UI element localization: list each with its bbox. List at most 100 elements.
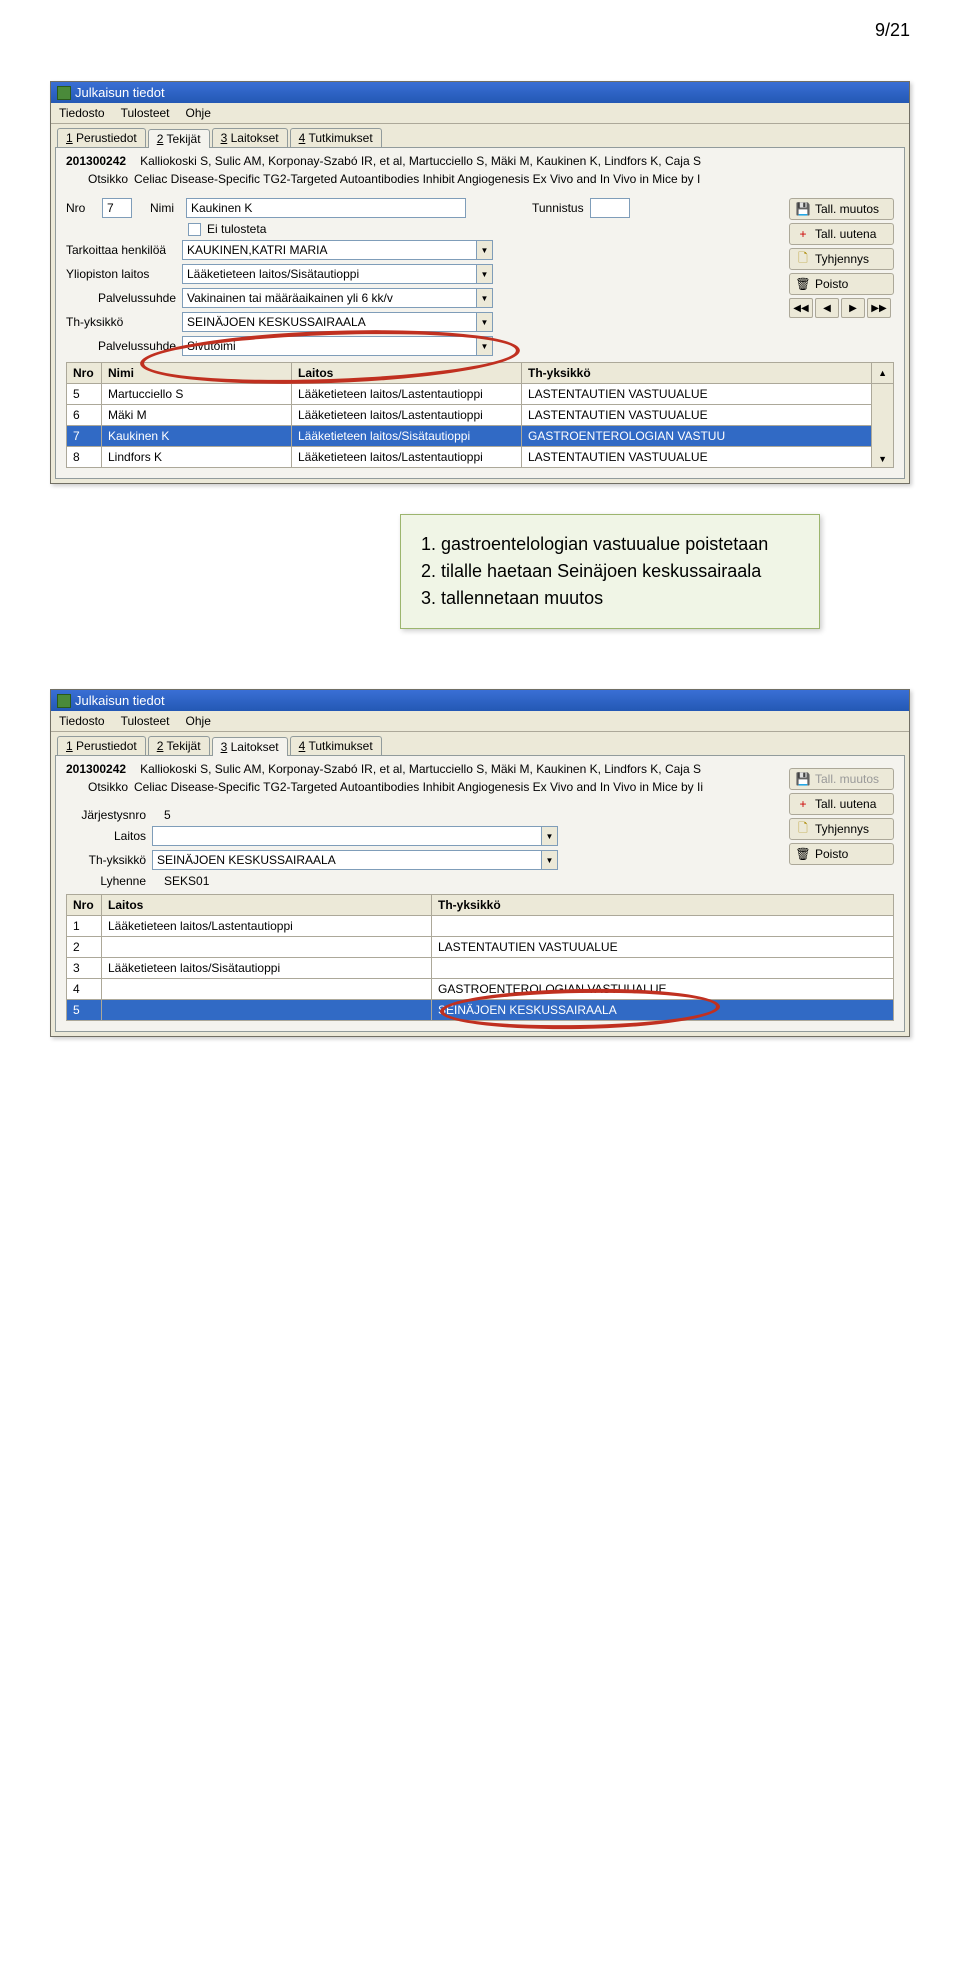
tab-perustiedot[interactable]: 1 Perustiedot [57, 128, 146, 147]
th-yksikko-field[interactable]: SEINÄJOEN KESKUSSAIRAALA [182, 312, 477, 332]
nimi-label: Nimi [150, 201, 180, 215]
menubar: Tiedosto Tulosteet Ohje [51, 711, 909, 732]
otsikko-text: Celiac Disease-Specific TG2-Targeted Aut… [134, 172, 894, 186]
tabs: 1 Perustiedot 2 Tekijät 3 Laitokset 4 Tu… [51, 732, 909, 755]
palvelussuhde2-field[interactable]: Sivutoimi [182, 336, 477, 356]
menu-tiedosto[interactable]: Tiedosto [59, 106, 105, 120]
palvelussuhde-field[interactable]: Vakinainen tai määräaikainen yli 6 kk/v [182, 288, 477, 308]
table-row[interactable]: 1Lääketieteen laitos/Lastentautioppi [67, 916, 894, 937]
dropdown-icon[interactable]: ▼ [477, 240, 493, 260]
table-row[interactable]: 8Lindfors KLääketieteen laitos/Lastentau… [67, 447, 894, 468]
tab-tekijat[interactable]: 2 Tekijät [148, 129, 210, 148]
otsikko-text: Celiac Disease-Specific TG2-Targeted Aut… [134, 780, 894, 794]
col-th: Th-yksikkö [522, 363, 872, 384]
tarkoittaa-field[interactable]: KAUKINEN,KATRI MARIA [182, 240, 477, 260]
titlebar: Julkaisun tiedot [51, 690, 909, 711]
scroll-up-icon[interactable]: ▲ [872, 363, 894, 384]
window-1: Julkaisun tiedot Tiedosto Tulosteet Ohje… [50, 81, 910, 484]
menu-ohje[interactable]: Ohje [186, 714, 211, 728]
tab-tutkimukset[interactable]: 4 Tutkimukset [290, 128, 382, 147]
window-title: Julkaisun tiedot [75, 693, 165, 708]
dropdown-icon[interactable]: ▼ [542, 826, 558, 846]
tabs: 1 Perustiedot 2 Tekijät 3 Laitokset 4 Tu… [51, 124, 909, 147]
nav-next-button[interactable]: ▶ [841, 298, 865, 318]
col-laitos: Laitos [102, 895, 432, 916]
tab-tutkimukset[interactable]: 4 Tutkimukset [290, 736, 382, 755]
tunnistus-label: Tunnistus [532, 201, 584, 215]
authors-line: Kalliokoski S, Sulic AM, Korponay-Szabó … [140, 154, 894, 168]
dropdown-icon[interactable]: ▼ [477, 312, 493, 332]
nro-field[interactable]: 7 [102, 198, 132, 218]
app-icon [57, 694, 71, 708]
nav-last-button[interactable]: ▶▶ [867, 298, 891, 318]
col-th: Th-yksikkö [432, 895, 894, 916]
dropdown-icon[interactable]: ▼ [477, 288, 493, 308]
tab-laitokset[interactable]: 3 Laitokset [212, 128, 288, 147]
tyhjennys-button[interactable]: 🗋Tyhjennys [789, 248, 894, 270]
table-row[interactable]: 4GASTROENTEROLOGIAN VASTUUALUE [67, 979, 894, 1000]
delete-icon: 🗑 [796, 847, 810, 861]
th-yksikko-label: Th-yksikkö [66, 853, 146, 867]
scrollbar[interactable]: ▼ [872, 384, 894, 468]
nav-first-button[interactable]: ◀◀ [789, 298, 813, 318]
dropdown-icon[interactable]: ▼ [477, 264, 493, 284]
panel-tekijat: 201300242 Kalliokoski S, Sulic AM, Korpo… [55, 147, 905, 479]
dropdown-icon[interactable]: ▼ [477, 336, 493, 356]
tall-uutena-button[interactable]: +Tall. uutena [789, 793, 894, 815]
pub-id: 201300242 [66, 154, 126, 168]
poisto-button[interactable]: 🗑Poisto [789, 843, 894, 865]
save-icon: 💾 [796, 202, 810, 216]
tall-muutos-button[interactable]: 💾Tall. muutos [789, 198, 894, 220]
col-nro: Nro [67, 363, 102, 384]
delete-icon: 🗑 [796, 277, 810, 291]
annotation-line-3: 3. tallennetaan muutos [421, 585, 799, 612]
tall-uutena-button[interactable]: +Tall. uutena [789, 223, 894, 245]
th-yksikko-label: Th-yksikkö [66, 315, 176, 329]
otsikko-label: Otsikko [66, 780, 128, 794]
nimi-field[interactable]: Kaukinen K [186, 198, 466, 218]
tab-perustiedot[interactable]: 1 Perustiedot [57, 736, 146, 755]
tall-muutos-button: 💾Tall. muutos [789, 768, 894, 790]
dropdown-icon[interactable]: ▼ [542, 850, 558, 870]
table-row[interactable]: 6Mäki MLääketieteen laitos/Lastentautiop… [67, 405, 894, 426]
table-row[interactable]: 3Lääketieteen laitos/Sisätautioppi [67, 958, 894, 979]
tunnistus-field[interactable] [590, 198, 630, 218]
authors-table: Nro Nimi Laitos Th-yksikkö ▲ 5Martucciel… [66, 362, 894, 468]
menu-tulosteet[interactable]: Tulosteet [121, 106, 170, 120]
pub-id: 201300242 [66, 762, 126, 776]
table-row[interactable]: 2LASTENTAUTIEN VASTUUALUE [67, 937, 894, 958]
nav-prev-button[interactable]: ◀ [815, 298, 839, 318]
jarjestysnro-label: Järjestysnro [66, 808, 146, 822]
palvelussuhde-label: Palvelussuhde [66, 291, 176, 305]
tyhjennys-button[interactable]: 🗋Tyhjennys [789, 818, 894, 840]
lyhenne-value: SEKS01 [164, 874, 209, 888]
yliopiston-laitos-label: Yliopiston laitos [66, 267, 176, 281]
table-row[interactable]: 5Martucciello SLääketieteen laitos/Laste… [67, 384, 894, 405]
authors-line: Kalliokoski S, Sulic AM, Korponay-Szabó … [140, 762, 894, 776]
laitos-field[interactable] [152, 826, 542, 846]
menu-tulosteet[interactable]: Tulosteet [121, 714, 170, 728]
table-row-selected[interactable]: 7Kaukinen KLääketieteen laitos/Sisätauti… [67, 426, 894, 447]
menu-tiedosto[interactable]: Tiedosto [59, 714, 105, 728]
side-buttons: 💾Tall. muutos +Tall. uutena 🗋Tyhjennys 🗑… [789, 198, 894, 318]
table-row-selected[interactable]: 5SEINÄJOEN KESKUSSAIRAALA [67, 1000, 894, 1021]
yliopiston-laitos-field[interactable]: Lääketieteen laitos/Sisätautioppi [182, 264, 477, 284]
nav-buttons: ◀◀ ◀ ▶ ▶▶ [789, 298, 894, 318]
lyhenne-label: Lyhenne [66, 874, 146, 888]
laitos-label: Laitos [66, 829, 146, 843]
menu-ohje[interactable]: Ohje [186, 106, 211, 120]
ei-tulosteta-label: Ei tulosteta [207, 222, 266, 236]
poisto-button[interactable]: 🗑Poisto [789, 273, 894, 295]
tab-tekijat[interactable]: 2 Tekijät [148, 736, 210, 755]
titlebar: Julkaisun tiedot [51, 82, 909, 103]
jarjestysnro-value: 5 [164, 808, 171, 822]
annotation-line-2: 2. tilalle haetaan Seinäjoen keskussaira… [421, 558, 799, 585]
nro-label: Nro [66, 201, 96, 215]
ei-tulosteta-checkbox[interactable] [188, 223, 201, 236]
palvelussuhde2-label: Palvelussuhde [66, 339, 176, 353]
tab-laitokset[interactable]: 3 Laitokset [212, 737, 288, 756]
th-yksikko-field[interactable]: SEINÄJOEN KESKUSSAIRAALA [152, 850, 542, 870]
tarkoittaa-label: Tarkoittaa henkilöä [66, 243, 176, 257]
menubar: Tiedosto Tulosteet Ohje [51, 103, 909, 124]
otsikko-label: Otsikko [66, 172, 128, 186]
